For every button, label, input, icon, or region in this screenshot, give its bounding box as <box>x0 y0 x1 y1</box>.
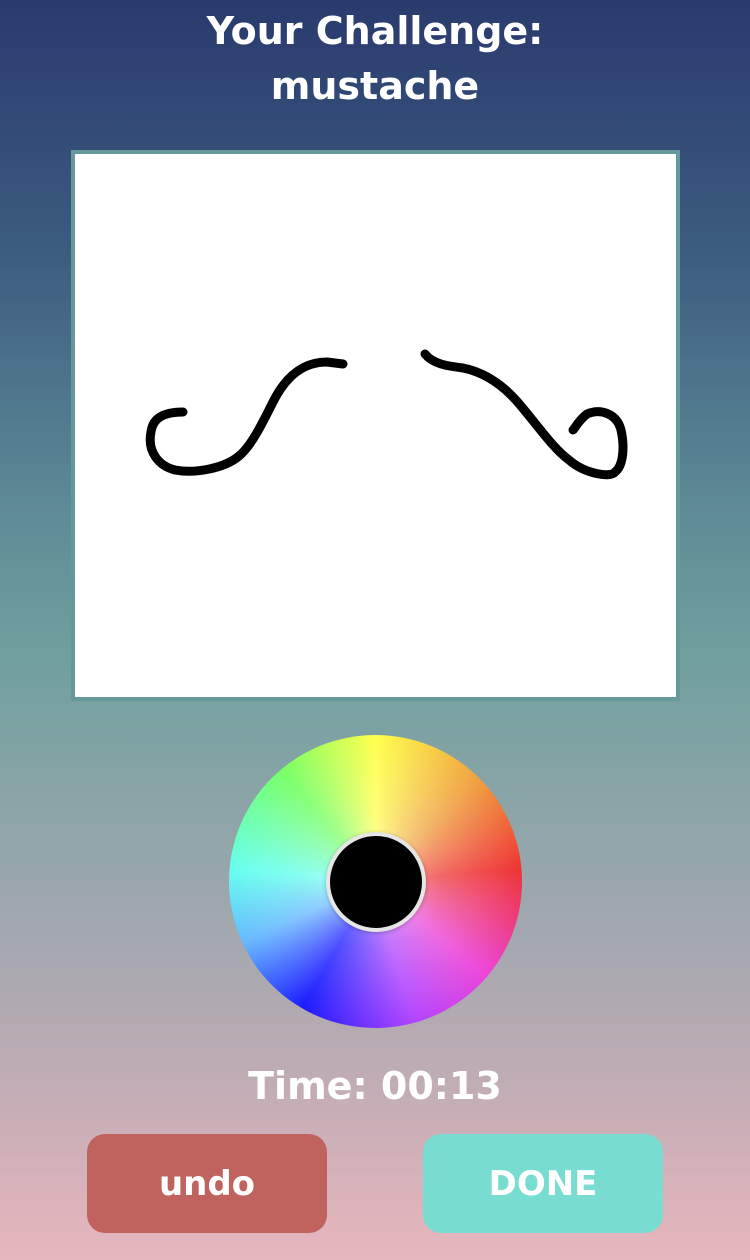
challenge-word: mustache <box>270 64 480 108</box>
challenge-title: Your Challenge: <box>206 9 544 53</box>
undo-button[interactable]: undo <box>87 1134 327 1233</box>
mustache-left-stroke <box>145 357 348 476</box>
done-button[interactable]: DONE <box>423 1134 663 1233</box>
drawing-canvas[interactable] <box>71 150 680 701</box>
challenge-header: Your Challenge: mustache <box>0 4 750 114</box>
selected-color-swatch[interactable] <box>326 832 426 932</box>
timer-display: Time: 00:13 <box>248 1064 502 1108</box>
drawing-strokes <box>145 349 628 480</box>
mustache-right-stroke <box>420 349 628 480</box>
